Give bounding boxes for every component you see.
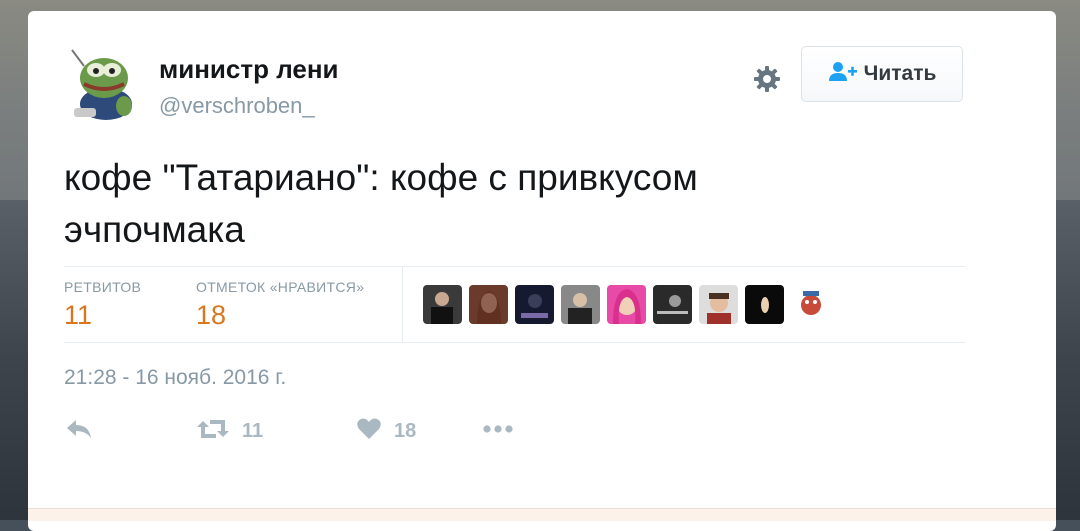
retweets-count[interactable]: 11 bbox=[64, 300, 92, 331]
stats-bottom-divider bbox=[64, 342, 965, 343]
reply-box-strip bbox=[28, 508, 1056, 521]
reply-button[interactable] bbox=[64, 417, 94, 446]
add-user-icon bbox=[828, 61, 858, 88]
liker-avatar-4[interactable] bbox=[561, 285, 600, 324]
gear-icon[interactable] bbox=[750, 62, 784, 96]
like-action-count: 18 bbox=[394, 420, 417, 442]
liker-avatar-3[interactable] bbox=[515, 285, 554, 324]
heart-icon bbox=[356, 417, 382, 446]
retweet-icon bbox=[196, 417, 230, 446]
stats-top-divider bbox=[64, 266, 965, 267]
author-handle[interactable]: @verschroben_ bbox=[159, 93, 315, 119]
likes-count[interactable]: 18 bbox=[196, 300, 226, 331]
reply-icon bbox=[64, 417, 94, 446]
tweet-text: кофе "Татариано": кофе с привкусом эчпоч… bbox=[64, 157, 698, 250]
liker-avatar-5[interactable] bbox=[607, 285, 646, 324]
more-button[interactable] bbox=[482, 417, 516, 446]
retweet-action-count: 11 bbox=[242, 420, 264, 442]
liker-avatar-9[interactable] bbox=[791, 285, 830, 324]
likes-label[interactable]: ОТМЕТОК «НРАВИТСЯ» bbox=[196, 279, 364, 295]
retweets-label[interactable]: РЕТВИТОВ bbox=[64, 279, 141, 295]
liker-avatar-6[interactable] bbox=[653, 285, 692, 324]
liker-avatar-7[interactable] bbox=[699, 285, 738, 324]
follow-button[interactable]: Читать bbox=[801, 46, 963, 102]
stats-vertical-divider bbox=[402, 266, 403, 342]
author-display-name[interactable]: министр лени bbox=[159, 54, 339, 85]
retweet-button[interactable]: 11 bbox=[196, 417, 263, 446]
liker-avatar-8[interactable] bbox=[745, 285, 784, 324]
like-button[interactable]: 18 bbox=[356, 417, 416, 446]
more-dots-icon bbox=[482, 417, 516, 446]
liker-avatar-1[interactable] bbox=[423, 285, 462, 324]
follow-button-label: Читать bbox=[863, 62, 937, 85]
author-avatar[interactable] bbox=[66, 46, 142, 122]
tweet-timestamp[interactable]: 21:28 - 16 нояб. 2016 г. bbox=[64, 366, 286, 390]
liker-avatar-2[interactable] bbox=[469, 285, 508, 324]
likers-avatar-list bbox=[423, 285, 830, 324]
